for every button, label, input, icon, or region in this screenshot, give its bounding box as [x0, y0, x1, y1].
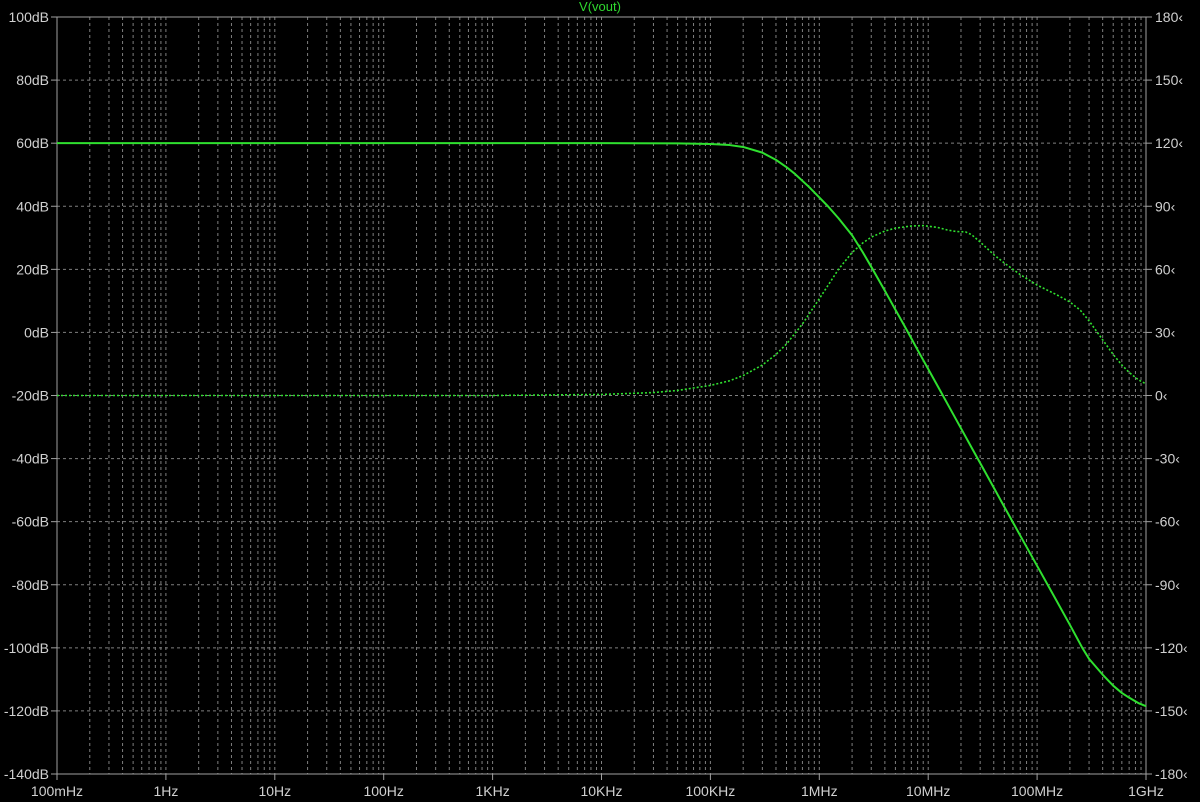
y-left-tick-label: -20dB — [12, 388, 49, 404]
x-tick-label: 1GHz — [1128, 783, 1164, 799]
chart-title: V(vout) — [579, 0, 621, 14]
y-left-tick-label: 40dB — [16, 198, 49, 214]
y-left-tick-label: 80dB — [16, 72, 49, 88]
x-tick-label: 100Hz — [363, 783, 403, 799]
y-right-tick-label: 120‹ — [1155, 135, 1183, 151]
y-left-tick-label: 100dB — [9, 9, 49, 25]
bode-plot: 100mHz 1Hz 10Hz 100Hz 1KHz 10KHz 100KHz 1MHz 10M… — [0, 0, 1200, 802]
y-right-tick-label: 180‹ — [1155, 9, 1183, 25]
y-right-tick-label: -30‹ — [1155, 451, 1180, 467]
y-left-tick-label: -100dB — [4, 640, 49, 656]
y-right-tick-label: 90‹ — [1155, 198, 1176, 214]
y-right-tick-label: -90‹ — [1155, 577, 1180, 593]
y-right-tick-label: -150‹ — [1155, 703, 1188, 719]
y-left-tick-label: 20dB — [16, 261, 49, 277]
x-tick-label: 100mHz — [31, 783, 83, 799]
y-left-tick-label: -60dB — [12, 514, 49, 530]
x-tick-label: 100KHz — [685, 783, 735, 799]
y-left-tick-label: -40dB — [12, 451, 49, 467]
x-tick-label: 100MHz — [1011, 783, 1063, 799]
y-left-tick-label: 0dB — [24, 324, 49, 340]
y-left-tick-label: -140dB — [4, 766, 49, 782]
x-tick-label: 1MHz — [801, 783, 838, 799]
y-left-tick-label: 60dB — [16, 135, 49, 151]
y-right-tick-label: -60‹ — [1155, 514, 1180, 530]
x-tick-label: 1KHz — [475, 783, 509, 799]
y-left-tick-label: -80dB — [12, 577, 49, 593]
x-tick-label: 10Hz — [258, 783, 291, 799]
y-right-tick-label: 0‹ — [1155, 388, 1168, 404]
y-left-tick-label: -120dB — [4, 703, 49, 719]
y-right-tick-label: 60‹ — [1155, 261, 1176, 277]
x-tick-label: 10MHz — [906, 783, 950, 799]
y-right-tick-label: -120‹ — [1155, 640, 1188, 656]
x-tick-label: 1Hz — [153, 783, 178, 799]
x-tick-label: 10KHz — [580, 783, 622, 799]
y-right-tick-label: 30‹ — [1155, 324, 1176, 340]
y-right-tick-label: 150‹ — [1155, 72, 1183, 88]
y-right-tick-label: -180‹ — [1155, 766, 1188, 782]
